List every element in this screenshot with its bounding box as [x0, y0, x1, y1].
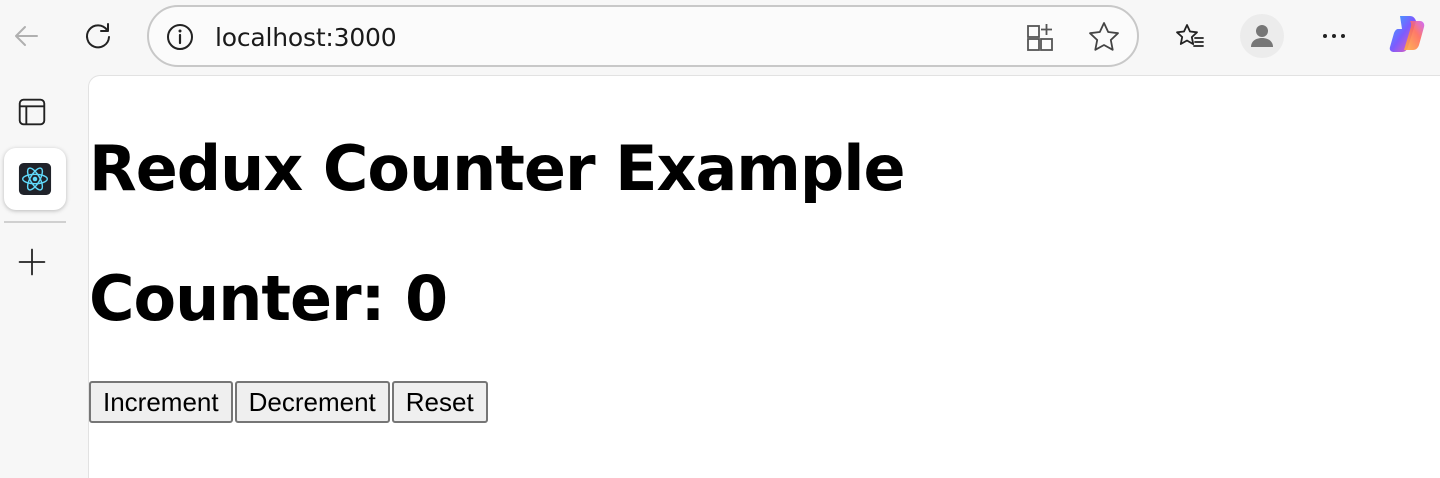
browser-toolbar: localhost:3000: [0, 0, 1440, 74]
reset-button[interactable]: Reset: [391, 381, 488, 423]
reload-button[interactable]: [76, 14, 120, 58]
profile-button[interactable]: [1240, 14, 1284, 58]
react-tab-icon: [18, 162, 52, 196]
page-content: Redux Counter Example Counter: 0 Increme…: [88, 75, 1440, 478]
increment-button[interactable]: Increment: [89, 381, 233, 423]
copilot-icon: [1389, 16, 1425, 52]
tab-react-app[interactable]: [4, 148, 66, 210]
back-button[interactable]: [4, 14, 48, 58]
decrement-button[interactable]: Decrement: [234, 381, 390, 423]
page-title: Redux Counter Example: [89, 132, 906, 205]
tab-actions-button[interactable]: [14, 94, 50, 130]
more-button[interactable]: [1312, 14, 1356, 58]
counter-display: Counter: 0: [89, 262, 448, 335]
copilot-button[interactable]: [1386, 12, 1430, 56]
address-bar[interactable]: localhost:3000: [147, 5, 1139, 67]
new-tab-button[interactable]: [14, 244, 50, 280]
vertical-tabs-sidebar: [0, 74, 88, 478]
reload-icon: [86, 23, 110, 49]
sidebar-divider: [4, 221, 66, 223]
favorites-button[interactable]: [1168, 14, 1212, 58]
profile-icon: [1251, 25, 1273, 47]
info-icon[interactable]: [165, 22, 195, 52]
more-icon: [1323, 34, 1345, 38]
new-tab-plus-icon: [18, 248, 46, 276]
url-text[interactable]: localhost:3000: [215, 23, 397, 52]
apps-add-icon[interactable]: [1025, 21, 1057, 53]
tab-actions-icon: [18, 98, 46, 126]
favorites-list-icon: [1176, 24, 1204, 47]
back-arrow-icon: [15, 26, 38, 46]
counter-controls: Increment Decrement Reset: [89, 381, 490, 423]
star-icon[interactable]: [1087, 20, 1121, 54]
